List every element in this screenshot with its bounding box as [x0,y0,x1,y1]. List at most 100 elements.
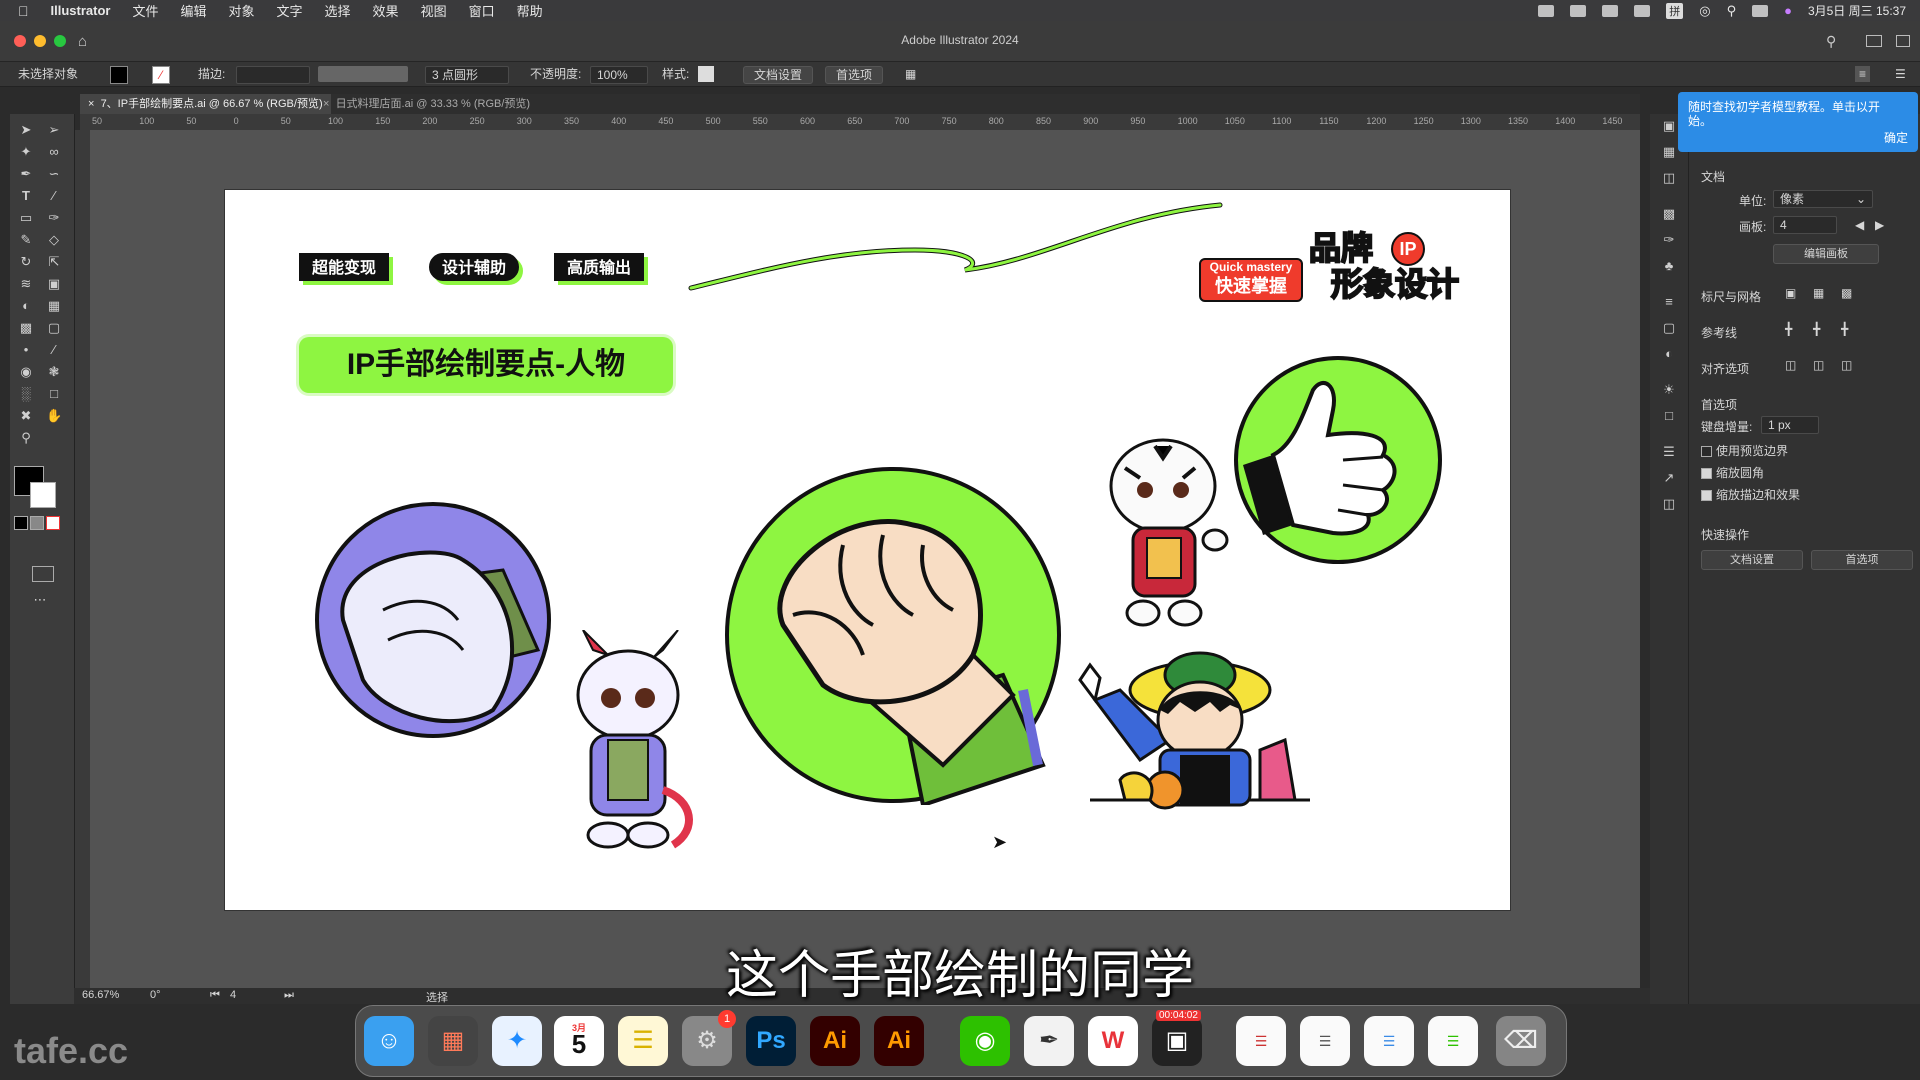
search-icon[interactable]: ⚲ [1727,3,1737,19]
beginner-tooltip[interactable]: 随时查找初学者模型教程。单击以开始。 确定 [1678,92,1918,152]
guides-lock-icon[interactable]: ╋ [1813,322,1820,336]
export-icon[interactable]: ↗ [1661,470,1677,486]
search-help-icon[interactable]: ⚲ [1826,33,1836,50]
notes-icon[interactable]: ☰ [618,1016,668,1066]
slice-tool-icon[interactable]: ✖ [18,408,34,424]
swoosh-line[interactable] [685,190,1225,300]
shape-builder-icon[interactable]: ◐ [18,298,34,314]
paintbrush-icon[interactable]: ✑ [46,210,62,226]
quick-preferences-button[interactable]: 首选项 [1811,550,1913,570]
panel-menu-icon[interactable]: ☰ [1895,66,1906,82]
close-tab-icon[interactable]: × [88,98,94,110]
quick-document-setup-button[interactable]: 文档设置 [1701,550,1803,570]
pen-app-icon[interactable]: ✒ [1024,1016,1074,1066]
document-setup-button[interactable]: 文档设置 [743,66,814,84]
boy-character[interactable] [1070,650,1320,850]
scale-strokes-checkbox[interactable]: 缩放描边和效果 [1701,486,1800,503]
gradient-mode-icon[interactable] [30,516,44,530]
apple-icon[interactable]:  [18,3,29,19]
close-tab-icon[interactable]: × [323,98,329,110]
align-pixel-icon[interactable]: ◫ [1785,358,1796,372]
tooltip-ok-button[interactable]: 确定 [1884,129,1908,146]
appearance-panel-icon[interactable]: ☀ [1661,382,1677,398]
trash-icon[interactable]: ⌫ [1496,1016,1546,1066]
finder-icon[interactable]: ☺ [364,1016,414,1066]
column-graph-icon[interactable]: ░ [18,386,34,402]
dragon-character[interactable] [553,630,703,860]
curvature-icon[interactable]: ∽ [46,166,62,182]
quick-mastery-badge[interactable]: Quick mastery 快速掌握 [1199,258,1303,302]
tab-japanese-store[interactable]: × 日式料理店面.ai @ 33.33 % (RGB/预览) [315,94,538,114]
transparency-panel-icon[interactable]: ◐ [1661,346,1677,362]
magic-wand-icon[interactable]: ✦ [18,144,34,160]
layers-stack-icon[interactable]: ☰ [1661,444,1677,460]
unit-select[interactable]: 像素 ⌄ [1773,190,1873,208]
menubar-clock[interactable]: 3月5日 周三 15:37 [1808,2,1906,19]
eraser-icon[interactable]: ◇ [46,232,62,248]
gradient-tool-icon[interactable]: ▢ [46,320,62,336]
libraries-panel-icon[interactable]: ▦ [1661,144,1677,160]
color-mode-icon[interactable] [14,516,28,530]
scale-icon[interactable]: ⇱ [46,254,62,270]
pen-icon[interactable] [1634,4,1651,17]
wps-office-icon[interactable]: W [1088,1016,1138,1066]
align-point-icon[interactable]: ◫ [1813,358,1824,372]
screen-recorder-icon[interactable]: ▣ [1152,1016,1202,1066]
lasso-icon[interactable]: ∞ [46,144,62,160]
tag-design-assist[interactable]: 设计辅助 [429,253,520,281]
menu-effect[interactable]: 效果 [373,1,399,20]
menu-help[interactable]: 帮助 [517,1,543,20]
grid-toggle-icon[interactable]: ▦ [1813,286,1824,300]
launchpad-icon[interactable]: ▦ [428,1016,478,1066]
align-artwork-icon[interactable]: ◫ [1841,358,1852,372]
perspective-grid-icon[interactable]: ▦ [46,298,62,314]
calendar-icon[interactable]: 3月 5 [554,1016,604,1066]
artboards-panel-icon[interactable]: ◫ [1661,496,1677,512]
guides-show-icon[interactable]: ╋ [1785,322,1792,336]
keyboard-increment-field[interactable]: 1 px [1761,416,1819,434]
tab-ip-hand[interactable]: × 7、IP手部绘制要点.ai @ 66.67 % (RGB/预览) [80,94,331,114]
fist-illustration[interactable] [723,465,1063,805]
swatches-panel-icon[interactable]: ▩ [1661,206,1677,222]
wifi-icon[interactable]: ◎ [1699,3,1710,19]
pencil-icon[interactable]: ✎ [18,232,34,248]
edit-artboards-button[interactable]: 编辑画板 [1773,244,1879,264]
arrange-icon[interactable] [1896,35,1910,47]
wechat-dock-icon[interactable]: ◉ [960,1016,1010,1066]
screen-mode-icon[interactable] [32,566,54,582]
opacity-field[interactable]: 100% [590,66,648,84]
selection-tool-icon[interactable]: ➤ [18,122,34,138]
menu-object[interactable]: 对象 [229,1,255,20]
workspace-icon[interactable] [1866,35,1882,47]
graphic-styles-icon[interactable]: □ [1661,408,1677,424]
vertical-ruler[interactable] [74,130,91,1004]
menu-select[interactable]: 选择 [325,1,351,20]
tiger-character[interactable] [1095,428,1235,638]
siri-icon[interactable]: ● [1784,3,1792,18]
rectangle-tool-icon[interactable]: ▭ [18,210,34,226]
pen-tool-icon[interactable]: ✒ [18,166,34,182]
wechat-icon[interactable] [1602,4,1619,17]
blend-tool-icon[interactable]: ◉ [18,364,34,380]
none-mode-icon[interactable] [46,516,60,530]
photoshop-icon[interactable]: Ps [746,1016,796,1066]
brush-select[interactable]: 3 点圆形 [425,66,509,84]
document-thumbnail-3[interactable]: ☰ [1364,1016,1414,1066]
transparency-grid-icon[interactable]: ▩ [1841,286,1852,300]
direct-selection-icon[interactable]: ➢ [46,122,62,138]
width-tool-icon[interactable]: ≋ [18,276,34,292]
artboard-select[interactable]: 4 [1773,216,1837,234]
tag-monetize[interactable]: 超能变现 [299,253,390,281]
menu-type[interactable]: 文字 [277,1,303,20]
scale-corners-checkbox[interactable]: 缩放圆角 [1701,464,1764,481]
layers-panel-icon[interactable]: ◫ [1661,170,1677,186]
page-title[interactable]: IP手部绘制要点-人物 [299,337,673,393]
symbol-sprayer-icon[interactable]: ❃ [46,364,62,380]
menu-edit[interactable]: 编辑 [180,1,206,20]
hand-tool-icon[interactable]: ✋ [46,408,62,424]
type-tool-icon[interactable]: T [18,188,34,204]
next-artboard-icon[interactable]: ▶ [1875,218,1884,232]
brushes-panel-icon[interactable]: ✑ [1661,232,1677,248]
purple-hand-illustration[interactable] [313,500,553,740]
gradient-panel-icon[interactable]: ▢ [1661,320,1677,336]
